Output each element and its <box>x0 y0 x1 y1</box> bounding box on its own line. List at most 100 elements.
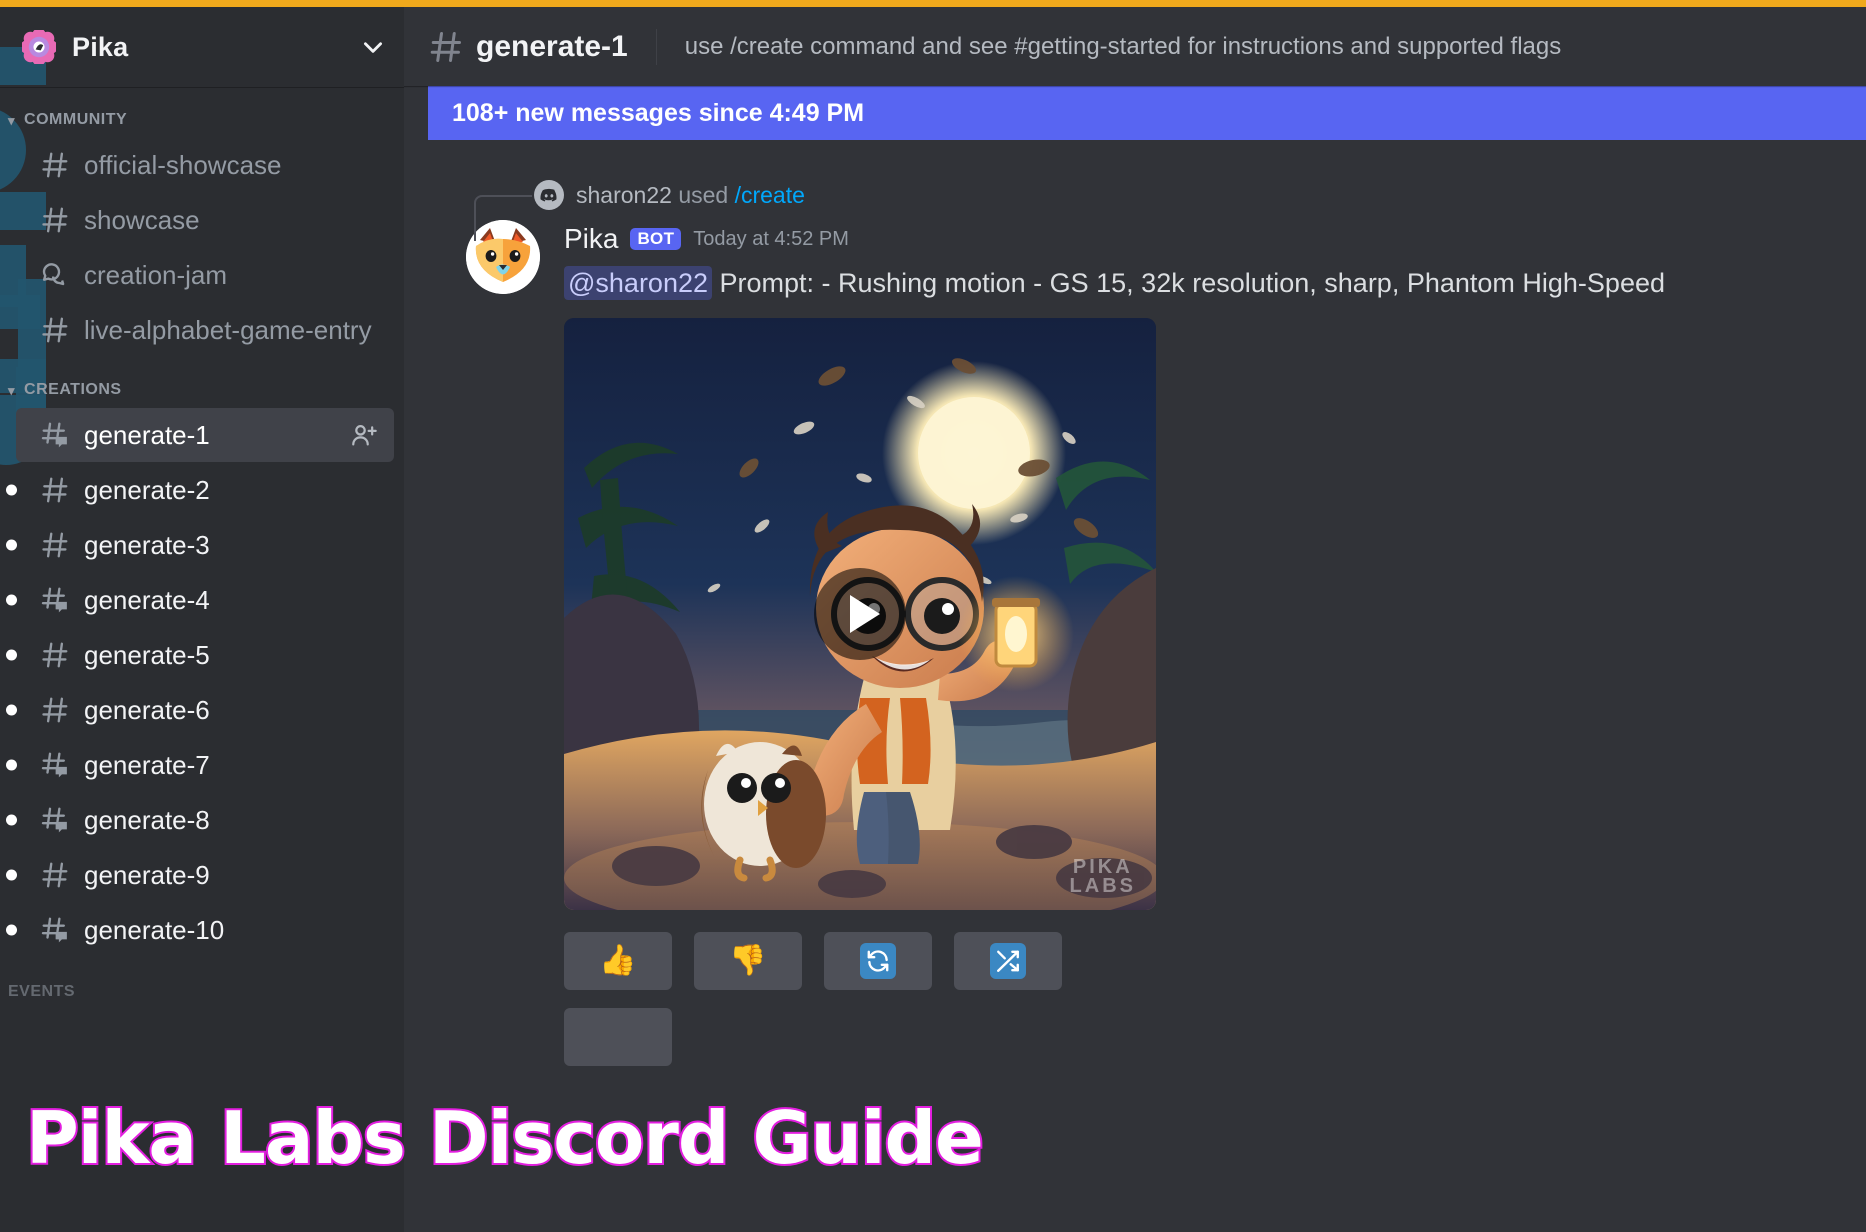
hash-icon <box>428 29 464 65</box>
category-label: CREATIONS <box>24 381 122 398</box>
channel-name: generate-10 <box>84 914 225 945</box>
extra-action-button[interactable] <box>564 1007 672 1066</box>
forum-icon <box>38 260 72 290</box>
chevron-down-icon[interactable] <box>360 34 386 60</box>
pika-fox-avatar[interactable] <box>466 220 540 294</box>
message-body: Pika BOT Today at 4:52 PM @sharon22 Prom… <box>564 220 1866 1066</box>
message-action-buttons: 👍 👎 <box>564 931 1866 990</box>
user-mention[interactable]: @sharon22 <box>564 266 712 300</box>
channel-list[interactable]: ▾ COMMUNITY official-showcase showcase c… <box>0 87 404 1009</box>
unread-indicator <box>6 814 17 826</box>
channel-name: generate-2 <box>84 474 210 505</box>
sidebar-item-generate-5[interactable]: generate-5 <box>6 628 394 682</box>
hash-thread-icon <box>38 805 72 835</box>
unread-indicator <box>6 924 17 936</box>
sidebar-item-creation-jam[interactable]: creation-jam <box>16 248 394 302</box>
sidebar-item-generate-4[interactable]: generate-4 <box>6 573 394 627</box>
channel-topic[interactable]: use /create command and see #getting-sta… <box>685 33 1562 61</box>
remix-button[interactable] <box>954 931 1062 990</box>
sidebar-item-official-showcase[interactable]: official-showcase <box>16 138 394 192</box>
unread-indicator <box>6 484 17 496</box>
message: Pika BOT Today at 4:52 PM @sharon22 Prom… <box>404 220 1866 1066</box>
page-title: generate-1 <box>476 29 628 63</box>
server-header[interactable]: Pika <box>0 7 404 87</box>
chat-main: generate-1 use /create command and see #… <box>404 7 1866 1232</box>
caret-down-icon: ▾ <box>8 382 16 398</box>
sidebar-item-generate-1[interactable]: generate-1 <box>16 408 394 462</box>
command-context: sharon22 used /create <box>404 178 1866 241</box>
unread-indicator <box>6 539 17 551</box>
message-content: @sharon22 Prompt: - Rushing motion - GS … <box>564 266 1866 302</box>
unread-indicator <box>6 869 17 881</box>
sidebar-item-showcase[interactable]: showcase <box>16 193 394 247</box>
hash-icon <box>38 315 72 345</box>
refresh-icon <box>860 942 896 979</box>
channel-name: generate-7 <box>84 749 210 780</box>
regenerate-button[interactable] <box>824 931 932 990</box>
thumbs-down-icon: 👎 <box>729 943 767 977</box>
category-community[interactable]: ▾ COMMUNITY <box>0 101 404 137</box>
hash-thread-icon <box>38 420 72 450</box>
add-member-icon[interactable] <box>350 421 378 449</box>
channel-name: live-alphabet-game-entry <box>84 314 372 345</box>
channel-sidebar: Pika ▾ COMMUNITY official-showcase showc… <box>0 7 404 1232</box>
sidebar-item-generate-8[interactable]: generate-8 <box>6 793 394 847</box>
video-attachment[interactable]: PIKA LABS <box>564 317 1156 910</box>
hash-icon <box>38 530 72 560</box>
channel-header: generate-1 use /create command and see #… <box>404 7 1866 86</box>
category-label: COMMUNITY <box>24 111 128 128</box>
channel-name: creation-jam <box>84 259 228 290</box>
channel-name: showcase <box>84 204 200 235</box>
command-action: used <box>678 181 729 208</box>
discord-app-window: Pika ▾ COMMUNITY official-showcase showc… <box>0 0 1866 1232</box>
overlay-title: Pika Labs Discord Guide <box>24 1094 986 1182</box>
sidebar-item-generate-7[interactable]: generate-7 <box>6 738 394 792</box>
message-author[interactable]: Pika <box>564 223 618 255</box>
message-timestamp: Today at 4:52 PM <box>693 227 849 250</box>
channel-name: official-showcase <box>84 149 282 180</box>
server-name: Pika <box>72 31 129 62</box>
channel-name: generate-3 <box>84 529 210 560</box>
sidebar-item-generate-3[interactable]: generate-3 <box>6 518 394 572</box>
command-user: sharon22 <box>576 181 672 208</box>
unread-indicator <box>6 649 17 661</box>
hash-icon <box>38 475 72 505</box>
channel-name: generate-8 <box>84 804 210 835</box>
caret-down-icon: ▾ <box>8 112 16 128</box>
channel-name: generate-5 <box>84 639 210 670</box>
prompt-text: Prompt: - Rushing motion - GS 15, 32k re… <box>719 268 1665 298</box>
shuffle-icon <box>990 942 1026 979</box>
unread-indicator <box>6 704 17 716</box>
hash-icon <box>38 695 72 725</box>
message-action-buttons-row-2 <box>564 1007 1866 1066</box>
message-list: sharon22 used /create Pika BOT Today at … <box>404 140 1866 1066</box>
channel-name: generate-9 <box>84 859 210 890</box>
channel-name: generate-1 <box>84 419 210 450</box>
hash-thread-icon <box>38 915 72 945</box>
hash-thread-icon <box>38 585 72 615</box>
hash-thread-icon <box>38 750 72 780</box>
unread-indicator <box>6 594 17 606</box>
thumbs-up-icon: 👍 <box>599 943 637 977</box>
sidebar-item-live-alphabet-game-entry[interactable]: live-alphabet-game-entry <box>16 303 394 357</box>
hash-icon <box>38 205 72 235</box>
new-messages-label: 108+ new messages since 4:49 PM <box>452 98 865 127</box>
slash-command-link[interactable]: /create <box>735 182 805 208</box>
message-header: Pika BOT Today at 4:52 PM <box>564 220 1866 258</box>
new-messages-bar[interactable]: 108+ new messages since 4:49 PM <box>428 86 1866 140</box>
sidebar-item-generate-9[interactable]: generate-9 <box>6 848 394 902</box>
sidebar-item-generate-6[interactable]: generate-6 <box>6 683 394 737</box>
like-button[interactable]: 👍 <box>564 931 672 990</box>
channel-name: generate-4 <box>84 584 210 615</box>
category-label: EVENTS <box>8 983 76 1000</box>
category-creations[interactable]: ▾ CREATIONS <box>0 371 404 407</box>
dislike-button[interactable]: 👎 <box>694 931 802 990</box>
sidebar-item-generate-2[interactable]: generate-2 <box>6 463 394 517</box>
play-icon[interactable] <box>814 567 906 660</box>
sidebar-item-generate-10[interactable]: generate-10 <box>6 903 394 957</box>
watermark-line-2: LABS <box>1069 874 1136 897</box>
header-divider <box>655 28 657 65</box>
discord-logo-icon <box>534 180 564 210</box>
pika-flower-logo-icon <box>22 30 56 64</box>
category-events[interactable]: EVENTS <box>0 973 404 1009</box>
